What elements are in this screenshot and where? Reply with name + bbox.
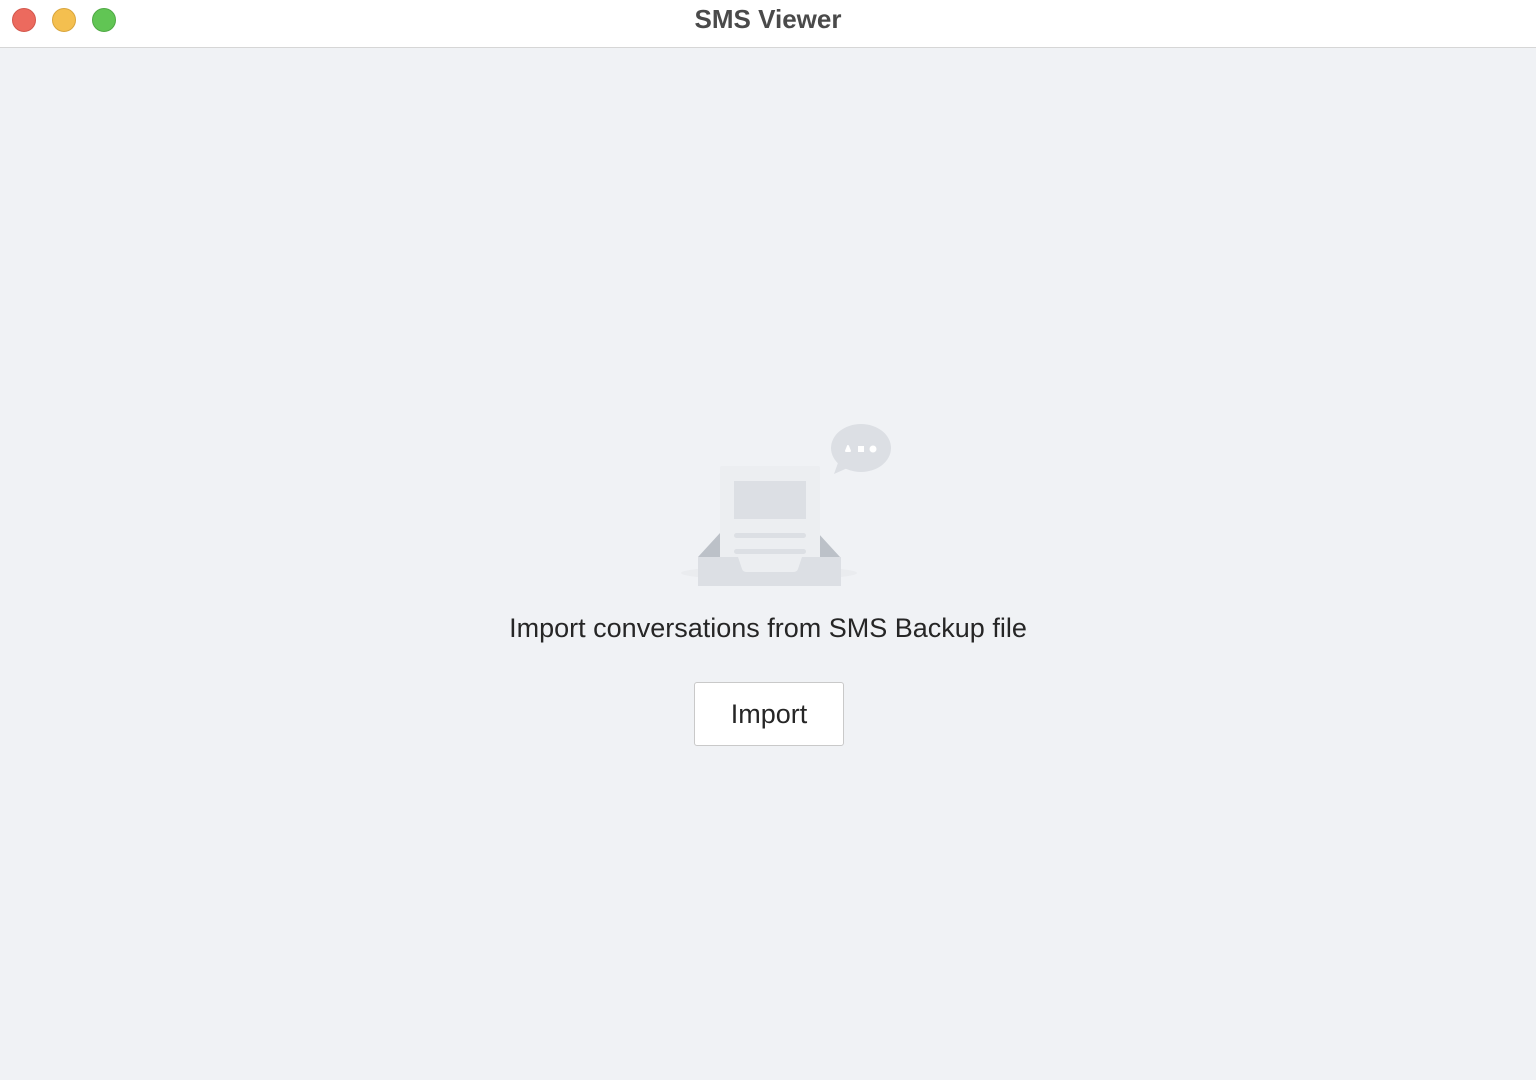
window-title: SMS Viewer (694, 4, 842, 34)
empty-state-message: Import conversations from SMS Backup fil… (509, 613, 1027, 643)
inbox-document-icon (681, 424, 891, 586)
title-bar[interactable]: SMS Viewer (0, 0, 1536, 48)
app-window: SMS Viewer Import conversations from SMS… (0, 0, 1536, 1080)
empty-state: Import conversations from SMS Backup fil… (0, 48, 1536, 1080)
import-button[interactable]: Import (694, 682, 844, 746)
